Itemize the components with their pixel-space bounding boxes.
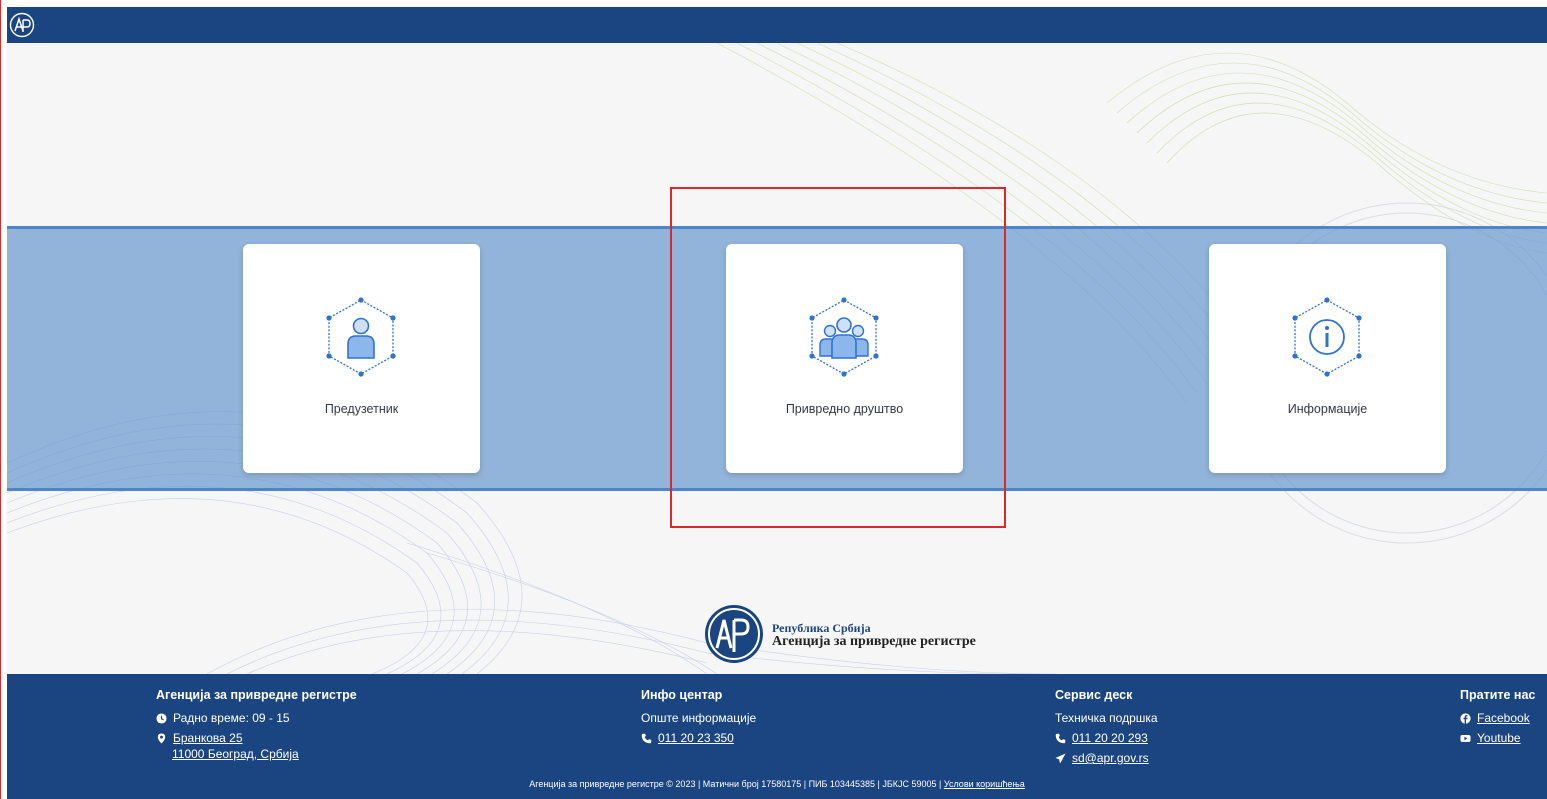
top-bar: [7, 7, 1547, 43]
info-icon: [1292, 297, 1362, 377]
apr-seal-icon: [705, 605, 763, 663]
brand-agency-text: Агенција за привредне регистре: [772, 634, 976, 649]
phone-icon: [1055, 733, 1066, 743]
map-marker-icon: [157, 732, 166, 744]
facebook-icon: [1460, 712, 1471, 724]
phone-icon: [641, 733, 652, 743]
card-label: Предузетник: [324, 402, 399, 416]
selection-highlight-box: [670, 187, 1006, 528]
footer-service-column: Сервис деск Техничка подршка 011 20 20 2…: [1055, 688, 1158, 768]
apr-logo-icon[interactable]: [9, 12, 35, 38]
card-entrepreneur[interactable]: Предузетник: [243, 244, 480, 473]
footer: Агенција за привредне регистре Радно вре…: [7, 674, 1547, 799]
youtube-icon: [1460, 734, 1471, 742]
footer-hours: Радно време: 09 - 15: [173, 711, 290, 725]
card-information[interactable]: Информације: [1209, 244, 1446, 473]
footer-address-city-link[interactable]: 11000 Београд, Србија: [172, 747, 299, 761]
footer-service-email-link[interactable]: sd@apr.gov.rs: [1072, 751, 1149, 765]
footer-info-phone-link[interactable]: 011 20 23 350: [658, 731, 734, 745]
footer-facebook-row[interactable]: Facebook: [1460, 708, 1535, 728]
footer-copyright-text: Агенција за привредне регистре © 2023 | …: [529, 779, 942, 789]
footer-facebook-link[interactable]: Facebook: [1477, 711, 1530, 725]
paper-plane-icon: [1055, 752, 1066, 764]
footer-address-row-2[interactable]: 11000 Београд, Србија: [156, 744, 357, 764]
clock-icon: [156, 712, 167, 724]
footer-terms-link[interactable]: Услови коришћења: [944, 779, 1025, 789]
footer-info-phone-row[interactable]: 011 20 23 350: [641, 728, 756, 748]
single-person-icon: [326, 297, 396, 377]
footer-service-subtitle: Техничка подршка: [1055, 711, 1158, 725]
footer-service-phone-link[interactable]: 011 20 20 293: [1072, 731, 1148, 745]
footer-service-title: Сервис деск: [1055, 688, 1133, 702]
footer-info-subtitle: Опште информације: [641, 711, 757, 725]
footer-service-phone-row[interactable]: 011 20 20 293: [1055, 728, 1158, 748]
footer-info-column: Инфо центар Опште информације 011 20 23 …: [641, 688, 756, 748]
footer-agency-column: Агенција за привредне регистре Радно вре…: [156, 688, 357, 764]
footer-youtube-row[interactable]: Youtube: [1460, 728, 1535, 748]
footer-youtube-link[interactable]: Youtube: [1477, 731, 1521, 745]
footer-social-title: Пратите нас: [1460, 688, 1536, 702]
footer-social-column: Пратите нас Facebook Youtube: [1460, 688, 1535, 748]
footer-service-email-row[interactable]: sd@apr.gov.rs: [1055, 748, 1158, 768]
footer-agency-title: Агенција за привредне регистре: [156, 688, 357, 702]
apr-brand-logo: Република Србија Агенција за привредне р…: [703, 604, 1003, 664]
card-label: Информације: [1287, 402, 1368, 416]
footer-hours-row: Радно време: 09 - 15: [156, 708, 357, 728]
footer-address-link[interactable]: Бранкова 25: [173, 731, 243, 745]
footer-copyright-line: Агенција за привредне регистре © 2023 | …: [7, 779, 1547, 789]
footer-info-title: Инфо центар: [641, 688, 723, 702]
